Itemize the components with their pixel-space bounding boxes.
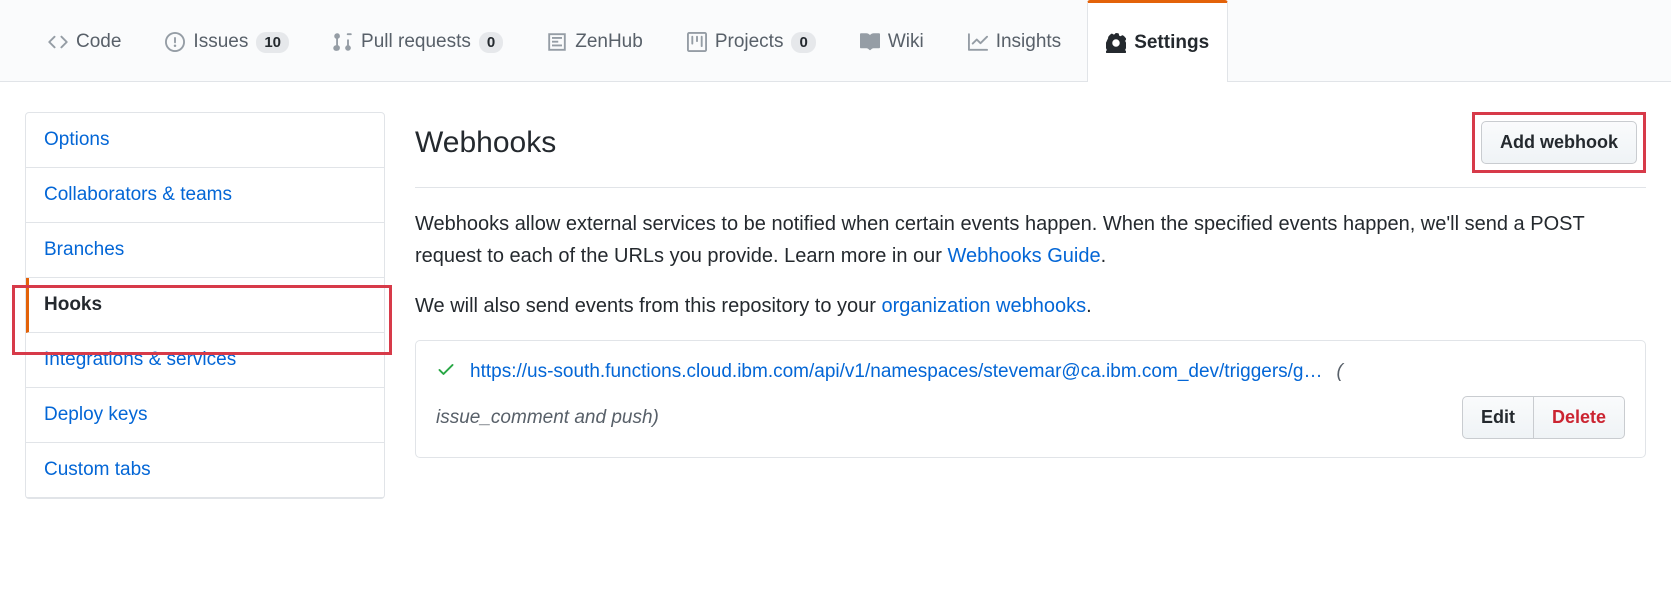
tab-projects-label: Projects xyxy=(715,31,784,53)
settings-sidebar: Options Collaborators & teams Branches H… xyxy=(25,112,385,499)
sidebar-item-collaborators[interactable]: Collaborators & teams xyxy=(26,168,384,223)
main-content: Webhooks Add webhook Webhooks allow exte… xyxy=(415,112,1646,499)
webhook-footer-row: issue_comment and push) Edit Delete xyxy=(436,396,1625,439)
sidebar-item-deploy-keys[interactable]: Deploy keys xyxy=(26,388,384,443)
tab-pulls[interactable]: Pull requests 0 xyxy=(315,0,521,81)
tab-zenhub-label: ZenHub xyxy=(575,31,643,53)
edit-webhook-button[interactable]: Edit xyxy=(1462,396,1534,439)
code-icon xyxy=(48,32,68,52)
tab-settings-label: Settings xyxy=(1134,32,1209,54)
webhook-events-meta: issue_comment and push) xyxy=(436,407,659,429)
tab-code-label: Code xyxy=(76,31,121,53)
organization-webhooks-link[interactable]: organization webhooks xyxy=(881,295,1086,317)
issues-counter: 10 xyxy=(256,32,289,53)
git-pull-request-icon xyxy=(333,32,353,52)
sidebar-item-custom-tabs[interactable]: Custom tabs xyxy=(26,443,384,498)
check-icon xyxy=(436,359,456,384)
sidebar-item-hooks[interactable]: Hooks xyxy=(26,278,384,333)
issue-icon xyxy=(165,32,185,52)
tab-zenhub[interactable]: ZenHub xyxy=(529,0,661,81)
book-icon xyxy=(860,32,880,52)
sidebar-item-branches[interactable]: Branches xyxy=(26,223,384,278)
sidebar-item-integrations[interactable]: Integrations & services xyxy=(26,333,384,388)
webhook-header-row: https://us-south.functions.cloud.ibm.com… xyxy=(436,359,1625,384)
webhook-item: https://us-south.functions.cloud.ibm.com… xyxy=(415,340,1646,458)
tab-code[interactable]: Code xyxy=(30,0,139,81)
zenhub-icon xyxy=(547,32,567,52)
webhook-url-link[interactable]: https://us-south.functions.cloud.ibm.com… xyxy=(470,361,1323,383)
project-icon xyxy=(687,32,707,52)
webhooks-guide-link[interactable]: Webhooks Guide xyxy=(948,245,1101,267)
gear-icon xyxy=(1106,33,1126,53)
subhead: Webhooks Add webhook xyxy=(415,112,1646,188)
pulls-counter: 0 xyxy=(479,32,503,53)
tab-issues-label: Issues xyxy=(193,31,248,53)
tab-pulls-label: Pull requests xyxy=(361,31,471,53)
tab-wiki[interactable]: Wiki xyxy=(842,0,942,81)
projects-counter: 0 xyxy=(791,32,815,53)
delete-webhook-button[interactable]: Delete xyxy=(1534,396,1625,439)
page-title: Webhooks xyxy=(415,126,556,160)
tab-insights-label: Insights xyxy=(996,31,1061,53)
settings-layout: Options Collaborators & teams Branches H… xyxy=(0,82,1671,529)
tab-issues[interactable]: Issues 10 xyxy=(147,0,307,81)
org-webhooks-description: We will also send events from this repos… xyxy=(415,290,1646,322)
graph-icon xyxy=(968,32,988,52)
repo-tabnav: Code Issues 10 Pull requests 0 ZenHub Pr… xyxy=(0,0,1671,82)
tab-wiki-label: Wiki xyxy=(888,31,924,53)
webhooks-description: Webhooks allow external services to be n… xyxy=(415,208,1646,272)
annotation-highlight-add-webhook: Add webhook xyxy=(1472,112,1646,173)
sidebar-item-options[interactable]: Options xyxy=(26,113,384,168)
tab-settings[interactable]: Settings xyxy=(1087,0,1228,82)
tab-insights[interactable]: Insights xyxy=(950,0,1079,81)
tab-projects[interactable]: Projects 0 xyxy=(669,0,834,81)
webhook-actions: Edit Delete xyxy=(1462,396,1625,439)
add-webhook-button[interactable]: Add webhook xyxy=(1481,121,1637,164)
webhook-meta-open: ( xyxy=(1337,361,1343,383)
